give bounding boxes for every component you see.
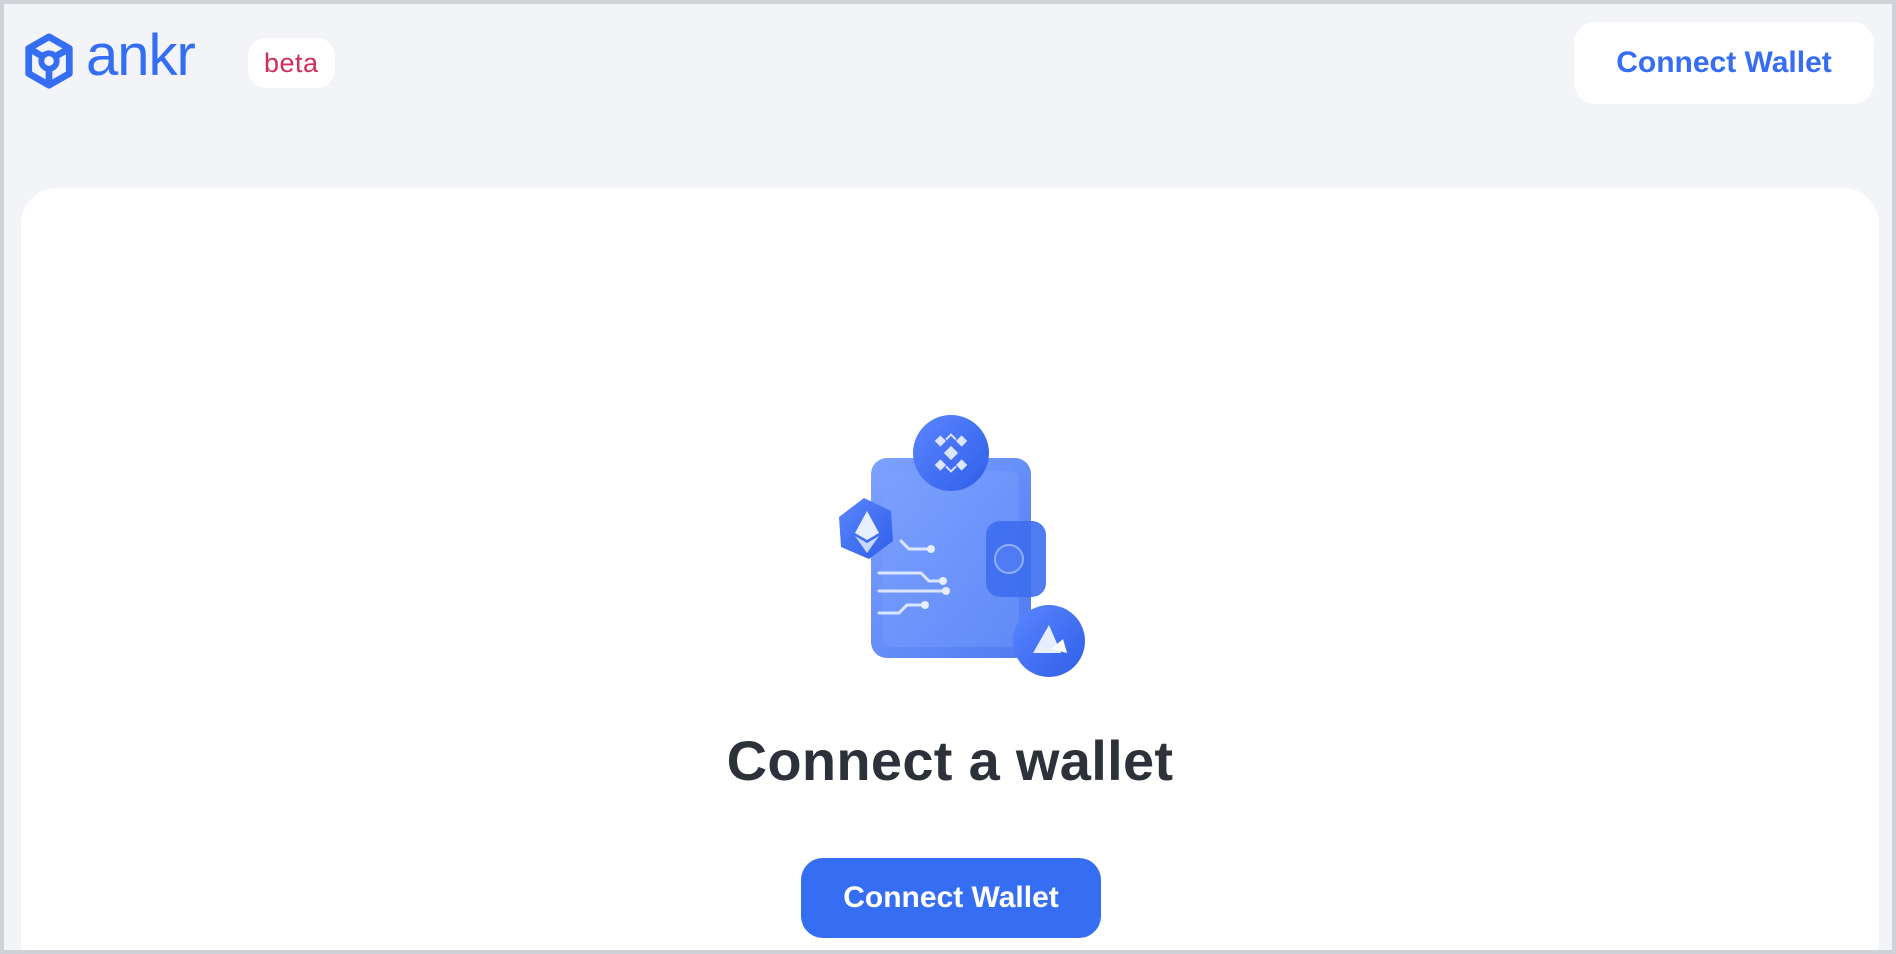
connect-wallet-button[interactable]: Connect Wallet [801, 858, 1101, 938]
brand-wordmark: ankr [86, 23, 196, 88]
app-window: ankr beta Connect Wallet Connect a walle… [0, 0, 1896, 954]
ankr-logo[interactable]: ankr [20, 27, 196, 90]
top-header: ankr beta Connect Wallet [4, 4, 1892, 124]
header-connect-wallet-button[interactable]: Connect Wallet [1574, 22, 1874, 104]
ankr-hexagon-icon [25, 33, 73, 89]
connect-wallet-card: Connect a wallet Connect Wallet [21, 188, 1879, 950]
wallet-crypto-coins-illustration [839, 415, 1085, 677]
beta-badge: beta [248, 38, 335, 88]
connect-wallet-heading: Connect a wallet [726, 729, 1174, 792]
